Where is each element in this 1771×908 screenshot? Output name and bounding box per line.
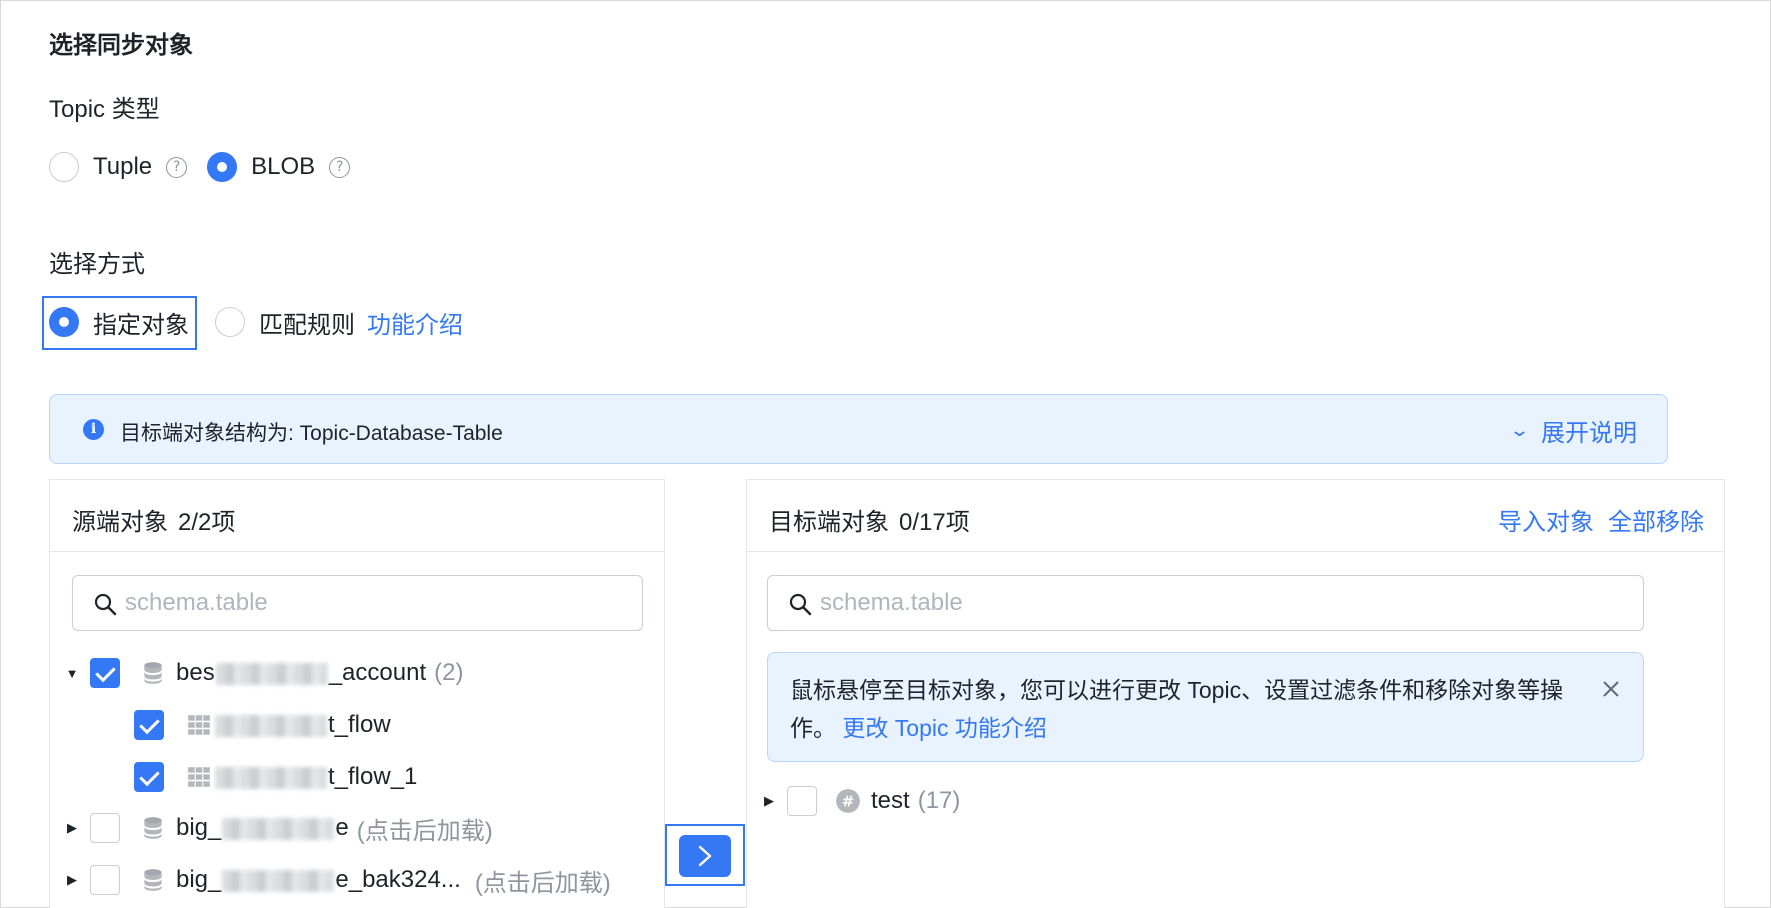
database-icon	[144, 817, 162, 839]
tree-node-load-hint: (点击后加载)	[356, 817, 493, 845]
selection-mode-radio-group: 指定对象 匹配规则 功能介绍	[49, 302, 463, 342]
transfer-button-focus	[665, 824, 745, 886]
target-panel-title: 目标端对象 0/17项	[769, 502, 970, 537]
database-icon	[144, 869, 162, 891]
radio-match-rules[interactable]	[215, 307, 245, 337]
caret-right-icon[interactable]: ▶	[759, 793, 779, 809]
target-panel-header: 目标端对象 0/17项 导入对象 全部移除	[747, 480, 1724, 552]
chevron-down-icon: ⌄	[1508, 420, 1531, 440]
source-panel-title-text: 源端对象	[72, 509, 168, 536]
target-search-box[interactable]	[767, 575, 1644, 631]
change-topic-intro-link[interactable]: 更改 Topic 功能介绍	[842, 715, 1046, 741]
tree-checkbox[interactable]	[134, 762, 164, 792]
tree-node-label: t_flow_1	[214, 763, 417, 791]
table-icon	[188, 715, 210, 735]
page-frame: 选择同步对象 Topic 类型 Tuple ? BLOB ? 选择方式 指定对象…	[0, 0, 1771, 908]
expand-description-label[interactable]: 展开说明	[1541, 413, 1637, 448]
search-icon	[94, 593, 117, 616]
hover-tip-box: 鼠标悬停至目标对象，您可以进行更改 Topic、设置过滤条件和移除对象等操作。 …	[767, 652, 1644, 762]
topic-type-radio-group: Tuple ? BLOB ?	[49, 147, 351, 187]
remove-all-button[interactable]: 全部移除	[1608, 502, 1704, 537]
feature-intro-link[interactable]: 功能介绍	[367, 305, 463, 340]
blob-help-icon[interactable]: ?	[329, 156, 351, 178]
import-objects-button[interactable]: 导入对象	[1498, 502, 1594, 537]
tree-node-load-hint: (点击后加载)	[474, 869, 611, 897]
caret-right-icon[interactable]: ▶	[62, 820, 82, 836]
tree-node-label: big_ e	[176, 814, 349, 841]
tree-node-table[interactable]: t_flow_1	[50, 754, 417, 800]
move-to-target-button[interactable]	[679, 835, 731, 877]
tree-node-label: big_ e_bak324...	[176, 866, 461, 893]
source-objects-panel: 源端对象 2/2项 ▼ bes_account (2) t_flow t_flow…	[49, 479, 665, 908]
tree-node-label: test	[871, 787, 910, 814]
radio-blob-label[interactable]: BLOB	[251, 153, 315, 181]
tree-checkbox[interactable]	[134, 710, 164, 740]
tree-node-database[interactable]: ▶ big_ e_bak324... (点击后加载)	[50, 857, 611, 903]
tree-node-label: bes _account	[176, 659, 427, 686]
radio-blob[interactable]	[207, 152, 238, 182]
tree-node-topic[interactable]: ▶ # test (17)	[747, 778, 960, 824]
caret-down-icon[interactable]: ▼	[62, 666, 82, 681]
source-panel-count: 2/2项	[178, 509, 236, 536]
radio-specify-objects[interactable]	[49, 307, 79, 337]
tuple-help-icon[interactable]: ?	[166, 156, 188, 178]
radio-tuple[interactable]	[49, 152, 79, 182]
source-search-input[interactable]	[125, 586, 625, 620]
hover-tip-text: 鼠标悬停至目标对象，您可以进行更改 Topic、设置过滤条件和移除对象等操作。 …	[790, 677, 1564, 741]
table-icon	[188, 767, 210, 787]
tree-checkbox[interactable]	[90, 658, 120, 688]
caret-right-icon[interactable]: ▶	[62, 872, 82, 888]
source-panel-title: 源端对象 2/2项	[72, 502, 235, 537]
target-panel-actions: 导入对象 全部移除	[1498, 502, 1704, 537]
section-title: 选择同步对象	[49, 32, 193, 59]
tree-node-database[interactable]: ▶ big_ e (点击后加载)	[50, 805, 493, 851]
close-icon[interactable]	[1601, 679, 1621, 699]
source-panel-header: 源端对象 2/2项	[50, 480, 664, 552]
target-objects-panel: 目标端对象 0/17项 导入对象 全部移除 鼠标悬停至目标对象，您可以进行更改 T…	[746, 479, 1725, 908]
tree-node-database[interactable]: ▼ bes _account (2)	[50, 650, 463, 696]
tree-node-count: (2)	[434, 659, 464, 686]
target-panel-title-text: 目标端对象	[769, 509, 889, 536]
radio-match-rules-label[interactable]: 匹配规则	[259, 305, 355, 340]
info-text: 目标端对象结构为: Topic-Database-Table	[120, 422, 503, 445]
selection-mode-label: 选择方式	[49, 251, 145, 278]
topic-type-label: Topic 类型	[49, 96, 160, 123]
expand-description-button[interactable]: ⌄ 展开说明	[1508, 413, 1637, 448]
tree-node-label: t_flow	[214, 711, 391, 739]
target-panel-count: 0/17项	[899, 509, 970, 536]
tree-node-table[interactable]: t_flow	[50, 702, 391, 748]
chevron-right-icon	[698, 845, 712, 867]
topic-hash-icon: #	[836, 789, 860, 813]
search-icon	[789, 593, 812, 616]
svg-text:#: #	[842, 792, 855, 810]
info-icon: i	[83, 419, 104, 440]
target-search-input[interactable]	[820, 586, 1620, 620]
tree-node-count: (17)	[917, 787, 961, 814]
radio-tuple-label[interactable]: Tuple	[93, 153, 152, 181]
tree-checkbox[interactable]	[787, 786, 817, 816]
tree-checkbox[interactable]	[90, 865, 120, 895]
info-bar: i 目标端对象结构为: Topic-Database-Table ⌄ 展开说明	[49, 394, 1668, 464]
database-icon	[144, 662, 162, 684]
radio-specify-objects-label[interactable]: 指定对象	[93, 305, 189, 340]
source-search-box[interactable]	[72, 575, 643, 631]
tree-checkbox[interactable]	[90, 813, 120, 843]
